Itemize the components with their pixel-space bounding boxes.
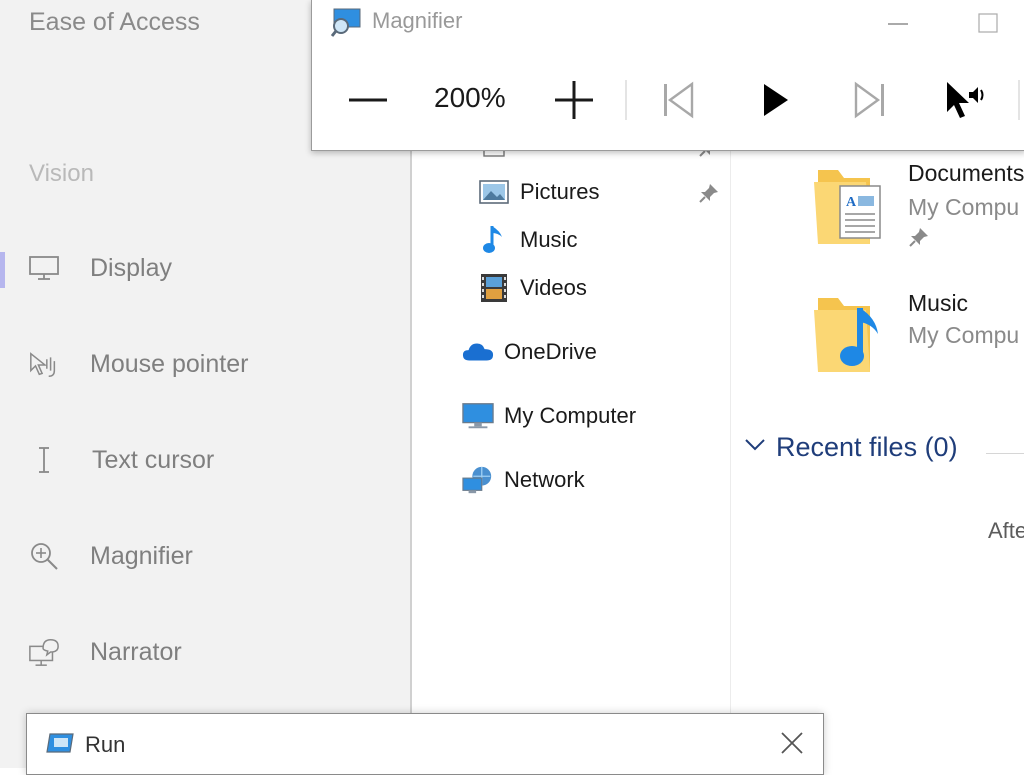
nav-label-display: Display xyxy=(90,253,172,282)
tree-label-pictures: Pictures xyxy=(520,179,600,204)
network-icon xyxy=(462,464,494,496)
skip-back-icon xyxy=(664,81,694,119)
next-button[interactable] xyxy=(846,76,894,124)
tree-item-pictures[interactable]: Pictures xyxy=(478,172,599,212)
tree-label-my-computer: My Computer xyxy=(504,403,637,428)
run-dialog: Run xyxy=(26,713,824,775)
nav-label-narrator: Narrator xyxy=(90,637,182,666)
minimize-button[interactable] xyxy=(878,4,918,40)
minus-icon xyxy=(349,98,387,102)
maximize-button[interactable] xyxy=(968,4,1008,40)
nav-item-magnifier[interactable]: Magnifier xyxy=(0,526,410,586)
videos-icon xyxy=(478,272,510,304)
magnifier-app-icon xyxy=(330,6,362,38)
toolbar-separator xyxy=(1018,80,1020,120)
nav-label-text-cursor: Text cursor xyxy=(92,445,215,474)
music-icon xyxy=(478,224,510,256)
magnifier-window: Magnifier 200% xyxy=(311,0,1024,151)
recent-files-header[interactable]: Recent files (0) xyxy=(744,432,958,463)
music-folder-icon xyxy=(812,290,888,381)
magnifier-icon xyxy=(28,540,60,572)
after-text: Afte xyxy=(988,518,1024,543)
nav-label-magnifier: Magnifier xyxy=(90,541,193,570)
divider xyxy=(986,453,1024,454)
zoom-in-button[interactable] xyxy=(550,76,598,124)
quick-access-tile-documents[interactable]: A Documents My Compu xyxy=(812,160,1024,253)
tree-item-videos[interactable]: Videos xyxy=(478,268,587,308)
documents-folder-icon: A xyxy=(812,162,888,253)
tree-label-network: Network xyxy=(504,467,585,492)
mouse-pointer-icon xyxy=(28,348,60,380)
section-heading-vision: Vision xyxy=(29,160,94,187)
run-title: Run xyxy=(85,732,126,757)
magnifier-title: Magnifier xyxy=(372,8,463,33)
tree-label-music: Music xyxy=(520,227,578,252)
skip-forward-icon xyxy=(854,81,884,119)
tree-item-network[interactable]: Network xyxy=(462,460,585,500)
onedrive-icon xyxy=(462,336,494,368)
tree-item-music[interactable]: Music xyxy=(478,220,577,260)
pictures-icon xyxy=(478,176,510,208)
settings-title: Ease of Access xyxy=(29,8,200,36)
zoom-out-button[interactable] xyxy=(344,76,392,124)
recent-files-label: Recent files (0) xyxy=(776,432,958,462)
pin-icon xyxy=(909,228,928,247)
previous-button[interactable] xyxy=(654,76,702,124)
play-button[interactable] xyxy=(750,76,798,124)
zoom-level: 200% xyxy=(434,82,506,113)
svg-text:A: A xyxy=(846,195,857,210)
run-app-icon xyxy=(45,732,75,754)
chevron-down-icon xyxy=(744,437,766,458)
computer-icon xyxy=(462,400,494,432)
tree-item-onedrive[interactable]: OneDrive xyxy=(462,332,597,372)
monitor-icon xyxy=(28,252,60,284)
toolbar-separator xyxy=(625,80,627,120)
tile-name-documents: Documents xyxy=(908,160,1024,186)
nav-label-mouse-pointer: Mouse pointer xyxy=(90,349,249,378)
nav-item-narrator[interactable]: Narrator xyxy=(0,622,410,682)
read-from-pointer-button[interactable] xyxy=(942,76,990,124)
plus-icon xyxy=(555,81,593,119)
tile-location-music: My Compu xyxy=(908,322,1020,348)
play-icon xyxy=(764,84,788,116)
close-button[interactable] xyxy=(777,728,807,758)
tile-location-documents: My Compu xyxy=(908,194,1020,220)
pin-icon[interactable] xyxy=(698,182,720,204)
pointer-speaker-icon xyxy=(947,82,984,118)
tree-label-videos: Videos xyxy=(520,275,587,300)
narrator-icon xyxy=(28,636,60,668)
nav-item-display[interactable]: Display xyxy=(0,238,410,298)
nav-item-mouse-pointer[interactable]: Mouse pointer xyxy=(0,334,410,394)
tile-name-music: Music xyxy=(908,290,969,316)
quick-access-tile-music[interactable]: Music My Compu xyxy=(812,290,1024,380)
text-cursor-icon xyxy=(28,444,60,476)
tree-item-my-computer[interactable]: My Computer xyxy=(462,396,636,436)
tree-label-onedrive: OneDrive xyxy=(504,339,597,364)
nav-item-text-cursor[interactable]: Text cursor xyxy=(0,430,410,490)
